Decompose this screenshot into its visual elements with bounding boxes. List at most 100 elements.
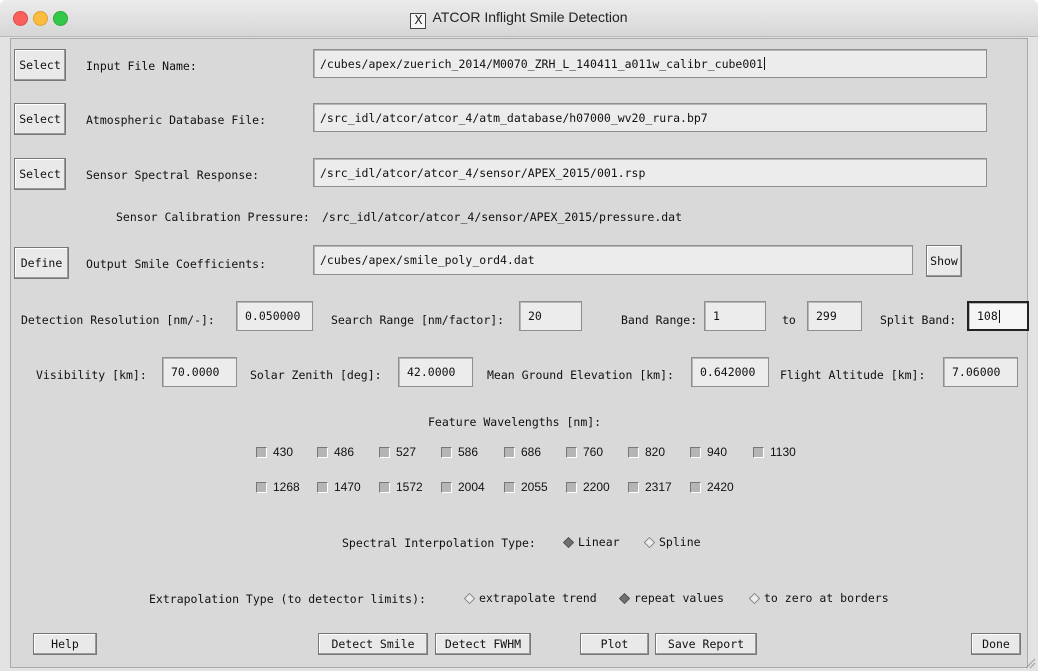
input-file-label: Input File Name:	[86, 59, 197, 73]
feature-checkbox-2055[interactable]: 2055	[504, 480, 548, 494]
split-band-value: 108	[977, 309, 998, 323]
select-input-file-button[interactable]: Select	[14, 49, 66, 81]
resize-grip-icon[interactable]	[1024, 657, 1036, 669]
feature-checkbox-2317[interactable]: 2317	[628, 480, 672, 494]
interpolation-label: Spectral Interpolation Type:	[342, 536, 536, 550]
feature-checkbox-486[interactable]: 486	[317, 445, 354, 459]
checkbox-label: 2420	[707, 480, 734, 494]
main-panel: Select Input File Name: /cubes/apex/zuer…	[10, 38, 1029, 668]
sensor-response-field[interactable]: /src_idl/atcor/atcor_4/sensor/APEX_2015/…	[313, 158, 987, 187]
radio-label: repeat values	[634, 591, 725, 605]
feature-checkbox-1572[interactable]: 1572	[379, 480, 423, 494]
feature-checkbox-1268[interactable]: 1268	[256, 480, 300, 494]
show-button[interactable]: Show	[926, 245, 962, 277]
radio-unselected-icon	[643, 536, 656, 548]
checkbox-label: 2055	[521, 480, 548, 494]
flight-altitude-label: Flight Altitude [km]:	[780, 368, 926, 382]
detect-smile-button[interactable]: Detect Smile	[318, 633, 428, 655]
flight-altitude-field[interactable]: 7.06000	[943, 357, 1018, 387]
visibility-label: Visibility [km]:	[36, 368, 147, 382]
extrapolation-repeat-radio[interactable]: repeat values	[618, 591, 725, 605]
output-coefficients-field[interactable]: /cubes/apex/smile_poly_ord4.dat	[313, 245, 913, 275]
checkbox-label: 1130	[770, 445, 796, 459]
detection-resolution-label: Detection Resolution [nm/-]:	[21, 313, 215, 327]
interpolation-linear-radio[interactable]: Linear	[562, 535, 620, 549]
done-button[interactable]: Done	[971, 633, 1021, 655]
checkbox-label: 1470	[334, 480, 361, 494]
solar-zenith-label: Solar Zenith [deg]:	[250, 368, 382, 382]
select-sensor-response-button[interactable]: Select	[14, 158, 66, 190]
output-coefficients-value: /cubes/apex/smile_poly_ord4.dat	[320, 253, 535, 267]
checkbox-icon	[379, 481, 390, 493]
checkbox-icon	[317, 481, 328, 493]
checkbox-icon	[504, 481, 515, 493]
feature-checkbox-2004[interactable]: 2004	[441, 480, 485, 494]
feature-checkbox-1470[interactable]: 1470	[317, 480, 361, 494]
feature-checkbox-1130[interactable]: 1130	[753, 445, 796, 459]
ground-elevation-label: Mean Ground Elevation [km]:	[487, 368, 674, 382]
checkbox-label: 1572	[396, 480, 423, 494]
band-range-label: Band Range:	[621, 313, 698, 327]
feature-checkbox-760[interactable]: 760	[566, 445, 603, 459]
plot-button[interactable]: Plot	[580, 633, 649, 655]
checkbox-label: 2317	[645, 480, 672, 494]
checkbox-label: 586	[458, 445, 479, 459]
input-file-field[interactable]: /cubes/apex/zuerich_2014/M0070_ZRH_L_140…	[313, 49, 987, 78]
feature-checkbox-586[interactable]: 586	[441, 445, 478, 459]
text-cursor	[764, 57, 766, 70]
feature-checkbox-940[interactable]: 940	[690, 445, 727, 459]
checkbox-icon	[753, 446, 764, 458]
split-band-label: Split Band:	[880, 313, 957, 327]
ground-elevation-field[interactable]: 0.642000	[691, 357, 769, 387]
radio-label: Spline	[659, 535, 701, 549]
visibility-field[interactable]: 70.0000	[162, 357, 237, 387]
title-bar: X ATCOR Inflight Smile Detection	[0, 0, 1038, 37]
window-title: ATCOR Inflight Smile Detection	[432, 9, 628, 25]
checkbox-icon	[504, 446, 515, 458]
search-range-field[interactable]: 20	[519, 301, 582, 331]
atm-database-label: Atmospheric Database File:	[86, 113, 267, 127]
feature-checkbox-2200[interactable]: 2200	[566, 480, 610, 494]
sensor-response-value: /src_idl/atcor/atcor_4/sensor/APEX_2015/…	[320, 165, 646, 180]
checkbox-icon	[256, 446, 267, 458]
atm-database-field[interactable]: /src_idl/atcor/atcor_4/atm_database/h070…	[313, 103, 987, 132]
checkbox-icon	[628, 481, 639, 493]
detection-resolution-field[interactable]: 0.050000	[236, 301, 313, 331]
checkbox-label: 430	[273, 445, 294, 459]
feature-wavelengths-title: Feature Wavelengths [nm]:	[428, 415, 602, 429]
checkbox-icon	[379, 446, 390, 458]
checkbox-label: 2004	[458, 480, 485, 494]
checkbox-icon	[690, 481, 701, 493]
atm-database-value: /src_idl/atcor/atcor_4/atm_database/h070…	[320, 110, 708, 125]
radio-label: Linear	[578, 535, 620, 549]
checkbox-label: 486	[334, 445, 355, 459]
checkbox-icon	[317, 446, 328, 458]
save-report-button[interactable]: Save Report	[655, 633, 757, 655]
feature-checkbox-820[interactable]: 820	[628, 445, 665, 459]
band-range-to-field[interactable]: 299	[807, 301, 862, 331]
output-coefficients-label: Output Smile Coefficients:	[86, 257, 267, 271]
feature-checkbox-430[interactable]: 430	[256, 445, 293, 459]
band-range-from-field[interactable]: 1	[704, 301, 766, 331]
checkbox-icon	[256, 481, 267, 493]
feature-checkbox-527[interactable]: 527	[379, 445, 416, 459]
define-output-button[interactable]: Define	[14, 247, 69, 279]
checkbox-label: 760	[583, 445, 604, 459]
band-range-to-label: to	[782, 313, 796, 327]
radio-unselected-icon	[748, 592, 761, 604]
feature-checkbox-686[interactable]: 686	[504, 445, 541, 459]
checkbox-label: 686	[521, 445, 542, 459]
select-atm-database-button[interactable]: Select	[14, 103, 66, 135]
checkbox-label: 1268	[273, 480, 300, 494]
calibration-pressure-value: /src_idl/atcor/atcor_4/sensor/APEX_2015/…	[322, 210, 683, 224]
feature-checkbox-2420[interactable]: 2420	[690, 480, 734, 494]
text-cursor	[998, 309, 1000, 323]
extrapolation-zero-radio[interactable]: to zero at borders	[748, 591, 889, 605]
radio-selected-icon	[618, 592, 631, 604]
extrapolation-trend-radio[interactable]: extrapolate trend	[463, 591, 597, 605]
split-band-field[interactable]: 108	[967, 301, 1029, 331]
help-button[interactable]: Help	[33, 633, 97, 655]
interpolation-spline-radio[interactable]: Spline	[643, 535, 701, 549]
solar-zenith-field[interactable]: 42.0000	[398, 357, 473, 387]
detect-fwhm-button[interactable]: Detect FWHM	[435, 633, 531, 655]
